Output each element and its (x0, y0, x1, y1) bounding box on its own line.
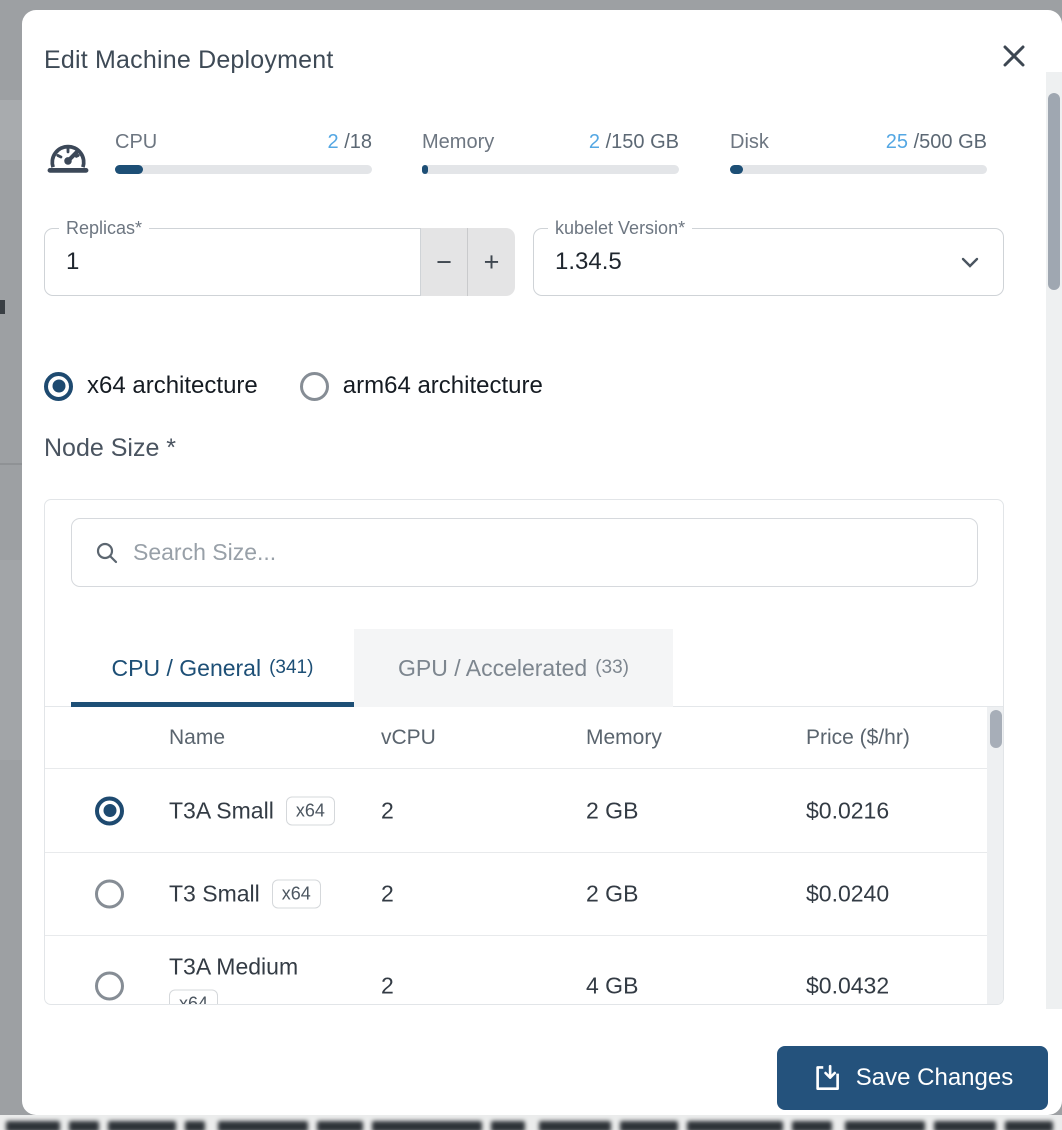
disk-used: 25 (886, 131, 908, 153)
cpu-progressbar (115, 165, 372, 174)
cpu-total: /18 (344, 131, 372, 153)
dialog-scrollbar[interactable] (1046, 72, 1062, 1009)
size-tabs: CPU / General (341) GPU / Accelerated (3… (45, 629, 1004, 707)
memory-progressbar (422, 165, 679, 174)
save-icon (812, 1063, 842, 1093)
tab-cpu-general[interactable]: CPU / General (341) (71, 629, 354, 707)
chevron-down-icon (959, 251, 981, 273)
memory-total: /150 GB (606, 131, 679, 153)
radio-x64-label: x64 architecture (87, 372, 258, 400)
kubelet-version-select[interactable]: kubelet Version* 1.34.5 (533, 228, 1004, 296)
arch-chip: x64 (272, 880, 321, 909)
memory-meter: Memory 2 /150 GB (422, 131, 679, 183)
save-changes-button[interactable]: Save Changes (777, 1046, 1048, 1110)
background-page-text (0, 1115, 1062, 1130)
table-scrollbar[interactable] (987, 707, 1004, 1005)
cpu-meter: CPU 2 /18 (115, 131, 372, 183)
disk-meter-label: Disk (730, 131, 769, 154)
arch-chip: x64 (169, 990, 218, 1006)
radio-arm64[interactable] (300, 372, 329, 401)
arch-chip: x64 (286, 796, 335, 825)
disk-progressbar (730, 165, 987, 174)
save-button-label: Save Changes (856, 1064, 1013, 1092)
row-radio-selected[interactable] (95, 796, 124, 825)
size-search-box (71, 518, 978, 587)
decrement-button[interactable]: − (421, 228, 468, 296)
search-icon (94, 540, 120, 566)
replicas-field[interactable]: Replicas* 1 (44, 228, 421, 296)
dialog-title: Edit Machine Deployment (44, 46, 333, 75)
memory-used: 2 (589, 131, 600, 153)
size-row-t3-small[interactable]: T3 Small x64 2 2 GB $0.0240 (45, 853, 1004, 936)
size-row-t3a-medium[interactable]: T3A Medium x64 2 4 GB $0.0432 (45, 936, 1004, 1005)
node-size-card: CPU / General (341) GPU / Accelerated (3… (44, 499, 1004, 1005)
replicas-label: Replicas* (59, 218, 149, 239)
radio-x64[interactable] (44, 372, 73, 401)
replicas-value: 1 (66, 248, 79, 276)
radio-arm64-label: arm64 architecture (343, 372, 543, 400)
cpu-meter-label: CPU (115, 131, 157, 154)
search-input[interactable] (133, 539, 977, 566)
row-radio[interactable] (95, 972, 124, 1001)
increment-button[interactable]: + (468, 228, 515, 296)
replicas-stepper: − + (421, 228, 515, 296)
tab-gpu-accelerated[interactable]: GPU / Accelerated (33) (354, 629, 673, 707)
kubelet-version-label: kubelet Version* (548, 218, 692, 239)
memory-meter-label: Memory (422, 131, 494, 154)
kubelet-version-value: 1.34.5 (555, 248, 622, 276)
edit-machine-deployment-dialog: Edit Machine Deployment CPU 2 /18 Memory… (22, 10, 1062, 1115)
gauge-icon (46, 135, 90, 179)
cpu-used: 2 (328, 131, 339, 153)
architecture-radio-group: x64 architecture arm64 architecture (44, 370, 571, 402)
disk-total: /500 GB (914, 131, 987, 153)
size-row-t3a-small[interactable]: T3A Small x64 2 2 GB $0.0216 (45, 769, 1004, 853)
disk-meter: Disk 25 /500 GB (730, 131, 987, 183)
close-icon[interactable] (998, 40, 1030, 72)
size-table-header: Name vCPU Memory Price ($/hr) (45, 707, 1004, 769)
row-radio[interactable] (95, 880, 124, 909)
size-table: Name vCPU Memory Price ($/hr) T3A Small … (45, 707, 1004, 1005)
node-size-label: Node Size * (44, 434, 176, 463)
